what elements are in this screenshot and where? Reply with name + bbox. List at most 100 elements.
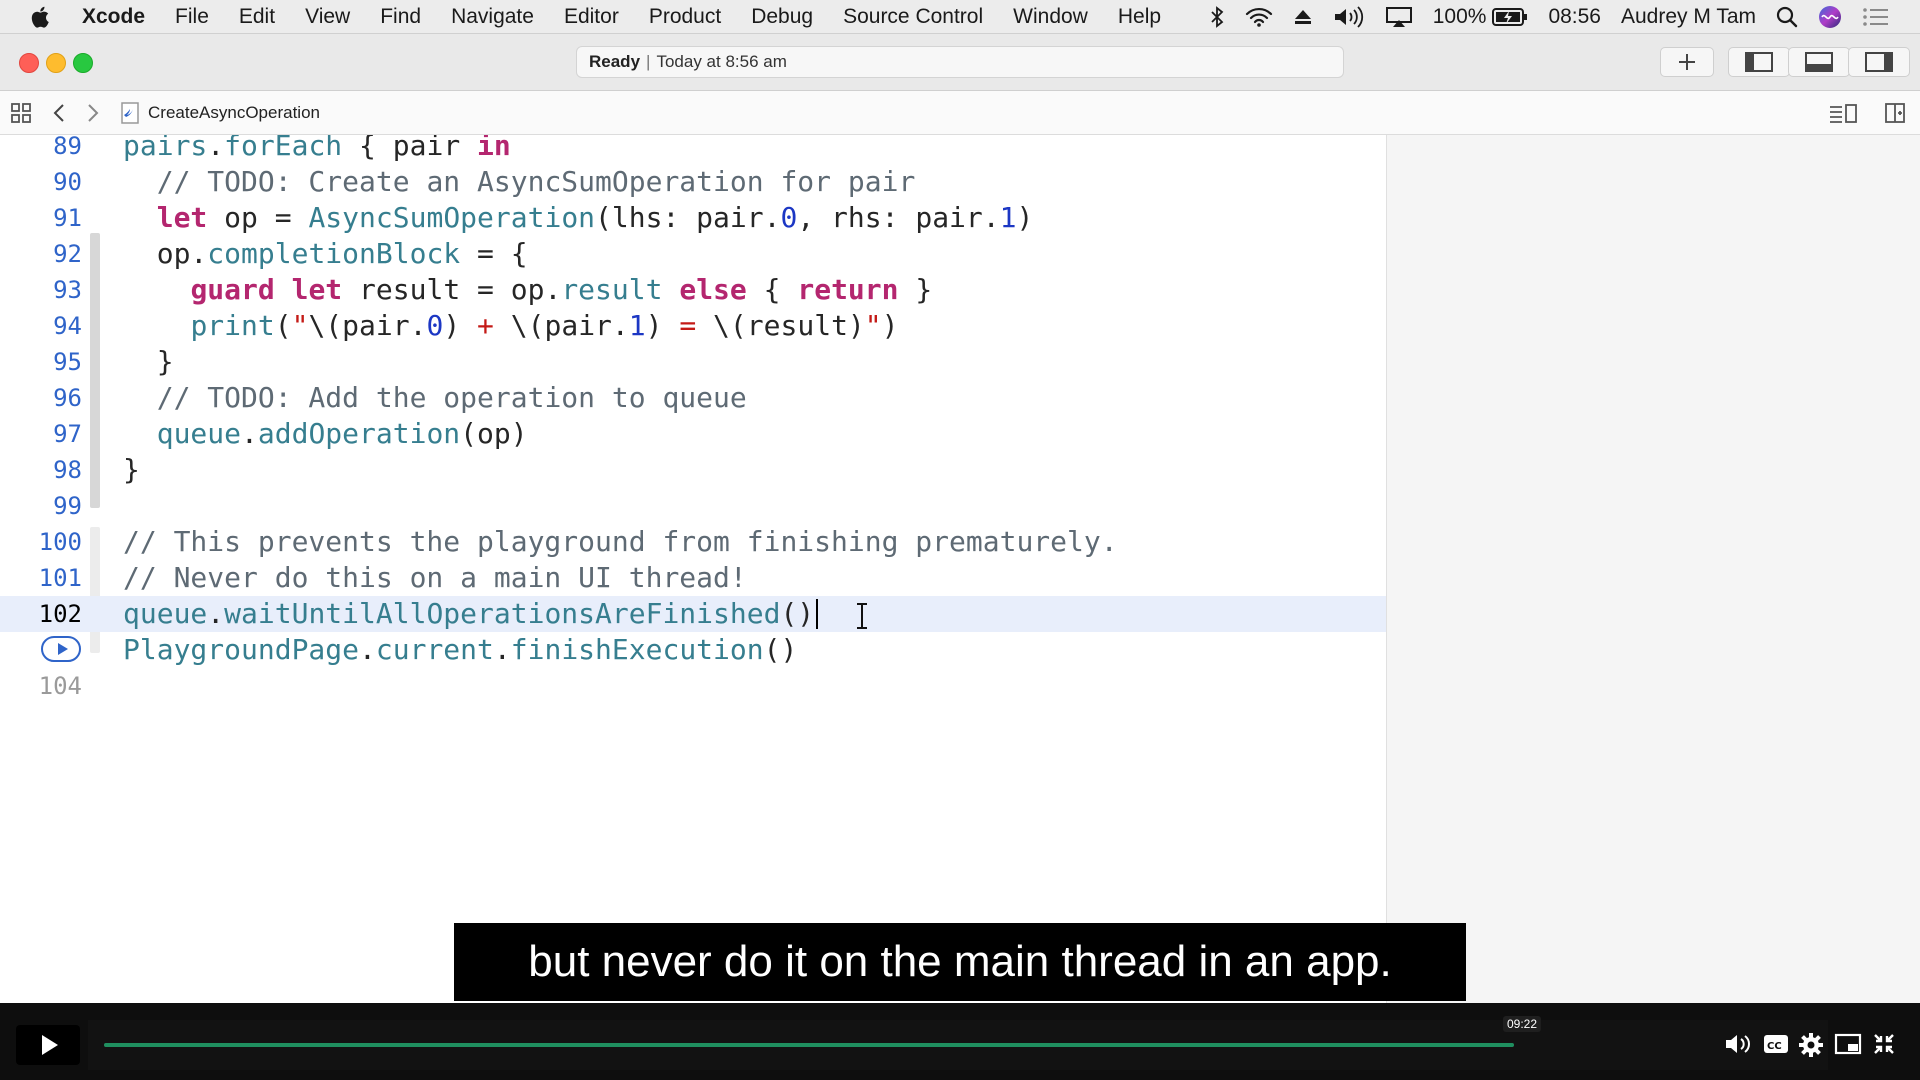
video-timestamp: 09:22 — [1502, 1016, 1542, 1032]
line-number[interactable]: 104 — [0, 668, 82, 704]
wifi-icon[interactable] — [1245, 6, 1273, 28]
line-number[interactable]: 102 — [0, 596, 82, 632]
code-text: let op = AsyncSumOperation(lhs: pair.0, … — [123, 200, 1034, 236]
line-number[interactable]: 96 — [0, 380, 82, 416]
volume-icon[interactable] — [1333, 6, 1365, 28]
code-line[interactable]: 100 // This prevents the playground from … — [0, 524, 1386, 560]
menu-editor[interactable]: Editor — [564, 5, 619, 29]
bottom-panel-icon — [1805, 52, 1833, 72]
adjust-editor-options-icon[interactable] — [1828, 102, 1858, 124]
build-status-time: Today at 8:56 am — [656, 52, 787, 71]
toggle-inspector-button[interactable] — [1848, 47, 1910, 77]
code-line[interactable]: 97 queue.addOperation(op) — [0, 416, 1386, 452]
code-line[interactable]: 90 // TODO: Create an AsyncSumOperation … — [0, 164, 1386, 200]
video-scrubber[interactable] — [88, 1020, 1828, 1070]
forward-chevron-icon[interactable] — [86, 102, 100, 124]
code-line[interactable]: 89 pairs.forEach { pair in — [0, 135, 1386, 164]
code-token: finishExecution — [510, 633, 764, 666]
picture-in-picture-icon[interactable] — [1834, 1032, 1862, 1056]
code-line[interactable]: 98} — [0, 452, 1386, 488]
line-number[interactable]: 101 — [0, 560, 82, 596]
back-chevron-icon[interactable] — [52, 102, 66, 124]
code-token: . — [207, 135, 225, 162]
code-token: let — [291, 273, 343, 306]
menu-product[interactable]: Product — [649, 5, 721, 29]
line-number[interactable]: 93 — [0, 272, 82, 308]
menu-window[interactable]: Window — [1013, 5, 1088, 29]
closed-captions-icon[interactable]: CC — [1763, 1032, 1789, 1056]
code-token: = — [679, 309, 697, 342]
line-number[interactable]: 100 — [0, 524, 82, 560]
code-text: pairs.forEach { pair in — [123, 135, 511, 164]
code-line[interactable]: 91 let op = AsyncSumOperation(lhs: pair.… — [0, 200, 1386, 236]
line-number[interactable]: 92 — [0, 236, 82, 272]
menu-source-control[interactable]: Source Control — [843, 5, 983, 29]
menu-edit[interactable]: Edit — [239, 5, 275, 29]
line-number[interactable]: 94 — [0, 308, 82, 344]
window-minimize-button[interactable] — [46, 53, 66, 73]
status-separator: | — [646, 52, 651, 71]
code-text: // TODO: Add the operation to queue — [123, 380, 747, 416]
line-number[interactable]: 95 — [0, 344, 82, 380]
code-token: current — [375, 633, 494, 666]
code-line[interactable]: 92 op.completionBlock = { — [0, 236, 1386, 272]
window-close-button[interactable] — [19, 53, 39, 73]
code-token: () — [780, 597, 815, 630]
code-text: op.completionBlock = { — [123, 236, 528, 272]
line-number[interactable]: 90 — [0, 164, 82, 200]
toggle-navigator-button[interactable] — [1728, 47, 1790, 77]
code-line[interactable]: 93 guard let result = op.result else { r… — [0, 272, 1386, 308]
eject-icon[interactable] — [1293, 7, 1313, 27]
window-zoom-button[interactable] — [73, 53, 93, 73]
code-token: result — [561, 273, 663, 306]
menu-navigate[interactable]: Navigate — [451, 5, 534, 29]
line-number[interactable]: 89 — [0, 135, 82, 164]
bluetooth-icon[interactable] — [1209, 5, 1225, 29]
video-volume-icon[interactable] — [1724, 1032, 1752, 1056]
menu-view[interactable]: View — [305, 5, 350, 29]
menu-find[interactable]: Find — [380, 5, 421, 29]
run-to-line-button[interactable] — [41, 636, 81, 662]
battery-percent: 100% — [1432, 5, 1487, 28]
code-line[interactable]: 95 } — [0, 344, 1386, 380]
line-number[interactable]: 91 — [0, 200, 82, 236]
video-play-button[interactable] — [16, 1025, 80, 1065]
video-progress-track[interactable] — [104, 1043, 1514, 1047]
add-editor-icon[interactable] — [1884, 102, 1906, 124]
video-settings-gear-icon[interactable] — [1798, 1032, 1824, 1058]
spotlight-search-icon[interactable] — [1776, 6, 1798, 28]
code-token: // TODO: Create an AsyncSumOperation for… — [156, 165, 916, 198]
notification-center-icon[interactable] — [1862, 6, 1890, 28]
menu-app-name[interactable]: Xcode — [82, 5, 145, 29]
code-line[interactable]: PlaygroundPage.current.finishExecution() — [0, 632, 1386, 668]
airplay-icon[interactable] — [1385, 6, 1413, 28]
code-line-current[interactable]: 102 queue.waitUntilAllOperationsAreFinish… — [0, 596, 1386, 632]
menu-file[interactable]: File — [175, 5, 209, 29]
menu-debug[interactable]: Debug — [751, 5, 813, 29]
toggle-debug-area-button[interactable] — [1788, 47, 1850, 77]
code-line[interactable]: 101 // Never do this on a main UI thread! — [0, 560, 1386, 596]
line-number[interactable]: 99 — [0, 488, 82, 524]
menu-help[interactable]: Help — [1118, 5, 1161, 29]
code-line[interactable]: 104 — [0, 668, 1386, 704]
source-editor[interactable]: 89 pairs.forEach { pair in 90 // TODO: Cre… — [0, 135, 1386, 1003]
battery-charging-icon[interactable] — [1492, 7, 1528, 27]
code-line[interactable]: 99 — [0, 488, 1386, 524]
fullscreen-exit-icon[interactable] — [1872, 1032, 1896, 1056]
clock[interactable]: 08:56 — [1548, 5, 1601, 29]
code-token: 0 — [780, 201, 798, 234]
results-sidebar — [1386, 135, 1920, 1003]
code-token: waitUntilAllOperationsAreFinished — [224, 597, 781, 630]
apple-logo-icon[interactable] — [28, 4, 54, 30]
line-number[interactable]: 98 — [0, 452, 82, 488]
right-panel-icon — [1865, 52, 1893, 72]
user-name[interactable]: Audrey M Tam — [1621, 5, 1756, 29]
build-status: Ready — [589, 52, 641, 71]
line-number[interactable]: 97 — [0, 416, 82, 452]
breadcrumb-file-name[interactable]: CreateAsyncOperation — [148, 103, 320, 123]
add-library-button[interactable] — [1660, 47, 1714, 77]
siri-icon[interactable] — [1818, 5, 1842, 29]
code-line[interactable]: 94 print("\(pair.0) + \(pair.1) = \(resu… — [0, 308, 1386, 344]
code-line[interactable]: 96 // TODO: Add the operation to queue — [0, 380, 1386, 416]
related-items-grid-icon[interactable] — [10, 102, 32, 124]
